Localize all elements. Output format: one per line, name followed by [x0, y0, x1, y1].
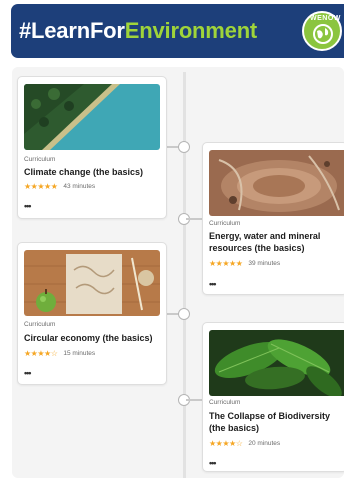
more-options-button[interactable]: •••	[24, 202, 32, 211]
timeline-link	[186, 399, 202, 401]
course-duration: 15 minutes	[63, 350, 96, 357]
timeline-link	[186, 218, 202, 220]
course-title[interactable]: Circular economy (the basics)	[24, 332, 162, 344]
wenow-logo: WENOW	[302, 11, 342, 51]
course-category: Curriculum	[209, 399, 241, 406]
course-duration: 43 minutes	[63, 183, 96, 190]
course-card-circular-economy[interactable]: Curriculum Circular economy (the basics)…	[17, 242, 167, 385]
course-duration: 20 minutes	[248, 440, 281, 447]
rating-stars: ★★★★☆	[24, 349, 58, 358]
course-title[interactable]: Climate change (the basics)	[24, 166, 162, 178]
course-thumbnail-mine	[209, 150, 344, 216]
more-options-button[interactable]: •••	[24, 369, 32, 378]
course-category: Curriculum	[209, 220, 241, 227]
logo-text: WENOW	[310, 15, 341, 22]
course-meta: ★★★★★ 39 minutes	[209, 259, 280, 268]
course-card-biodiversity[interactable]: Curriculum The Collapse of Biodiversity …	[202, 322, 344, 472]
course-meta: ★★★★☆ 20 minutes	[209, 439, 280, 448]
rating-stars: ★★★★☆	[209, 439, 243, 448]
course-card-climate-change[interactable]: Curriculum Climate change (the basics) ★…	[17, 76, 167, 219]
course-thumbnail-forest-coast	[24, 84, 160, 150]
course-duration: 39 minutes	[248, 260, 281, 267]
course-title[interactable]: The Collapse of Biodiversity (the basics…	[209, 410, 343, 434]
course-meta: ★★★★☆ 15 minutes	[24, 349, 95, 358]
course-meta: ★★★★★ 43 minutes	[24, 182, 95, 191]
rating-stars: ★★★★★	[24, 182, 58, 191]
course-title[interactable]: Energy, water and mineral resources (the…	[209, 230, 343, 254]
banner-title-part1: #LearnFor	[19, 18, 125, 43]
timeline-node	[178, 141, 190, 153]
header-banner: #LearnForEnvironment WENOW	[11, 4, 344, 58]
course-category: Curriculum	[24, 321, 56, 328]
course-card-energy-water-minerals[interactable]: Curriculum Energy, water and mineral res…	[202, 142, 344, 295]
globe-icon	[313, 24, 333, 44]
banner-title-part2: Environment	[124, 18, 258, 43]
more-options-button[interactable]: •••	[209, 280, 217, 289]
course-thumbnail-apple-notebook	[24, 250, 160, 316]
timeline-line	[183, 72, 186, 478]
course-category: Curriculum	[24, 156, 56, 163]
course-thumbnail-leaves	[209, 330, 344, 396]
rating-stars: ★★★★★	[209, 259, 243, 268]
more-options-button[interactable]: •••	[209, 459, 217, 468]
banner-title: #LearnForEnvironment	[19, 18, 257, 44]
timeline-node	[178, 308, 190, 320]
